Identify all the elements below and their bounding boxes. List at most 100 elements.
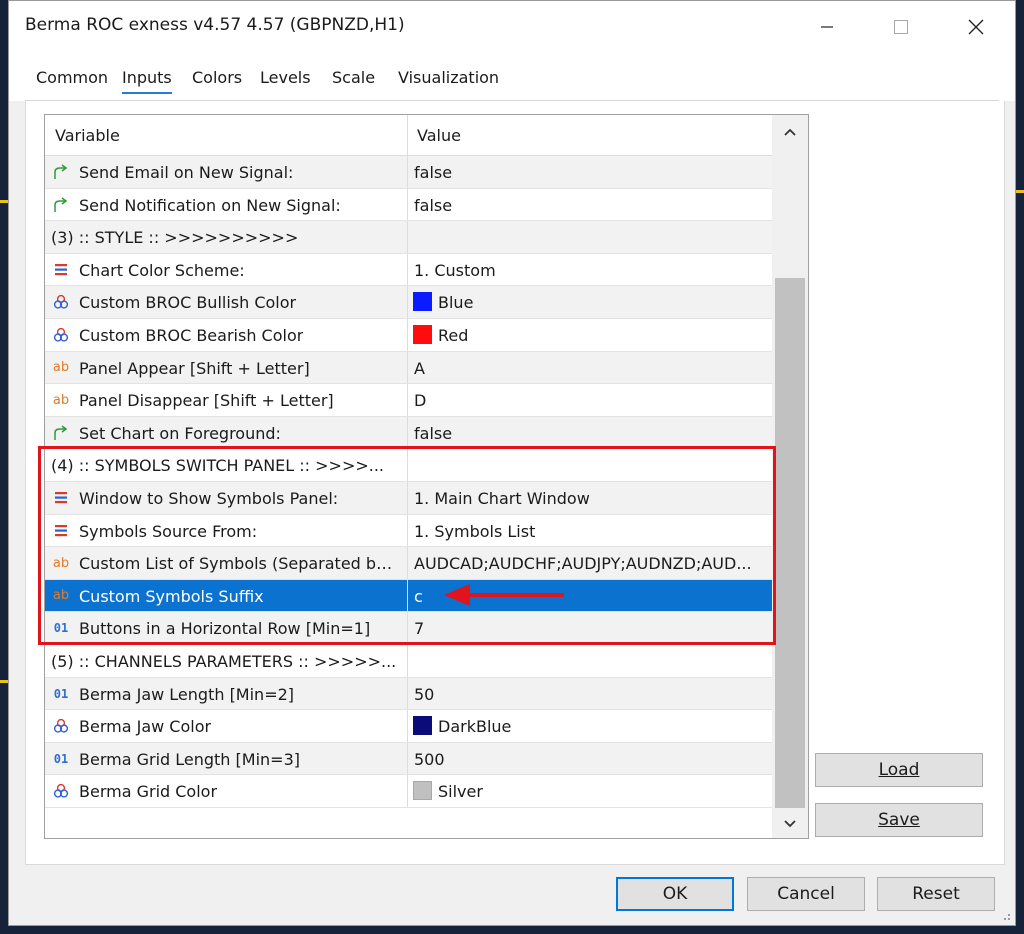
- tab-visualization[interactable]: Visualization: [398, 68, 499, 87]
- int-icon: 01: [53, 686, 69, 701]
- variable-name: Berma Grid Color: [79, 782, 218, 802]
- chart-background-line: [1016, 190, 1024, 193]
- tab-scale[interactable]: Scale: [332, 68, 375, 87]
- close-button[interactable]: [951, 9, 1001, 45]
- variable-name: (3) :: STYLE :: >>>>>>>>>>: [51, 228, 299, 248]
- minimize-icon: [821, 26, 833, 28]
- grid-row[interactable]: 01 Berma Grid Length [Min=3] 500: [45, 742, 772, 776]
- scroll-down-button[interactable]: [772, 809, 808, 838]
- variable-value[interactable]: Blue: [438, 293, 473, 312]
- arrow-icon: [52, 196, 70, 214]
- ok-button[interactable]: OK: [616, 877, 734, 911]
- variable-name: Chart Color Scheme:: [79, 260, 245, 280]
- color-swatch: [413, 292, 432, 312]
- column-header-variable[interactable]: Variable: [55, 126, 120, 145]
- variable-name: Panel Appear [Shift + Letter]: [79, 358, 310, 378]
- variable-value[interactable]: A: [414, 359, 425, 378]
- vertical-scrollbar[interactable]: [772, 115, 808, 838]
- grid-row[interactable]: (5) :: CHANNELS PARAMETERS :: >>>>>...: [45, 644, 772, 678]
- variable-name: Send Email on New Signal:: [79, 163, 294, 182]
- variable-name: Custom BROC Bearish Color: [79, 325, 304, 345]
- variable-value[interactable]: D: [414, 391, 426, 410]
- tab-common[interactable]: Common: [36, 68, 108, 87]
- variable-name: Custom BROC Bullish Color: [79, 293, 297, 313]
- int-icon: 01: [53, 751, 69, 766]
- variable-name: Berma Grid Length [Min=3]: [79, 749, 300, 769]
- variable-value[interactable]: false: [414, 424, 452, 443]
- grid-row[interactable]: Berma Jaw Color DarkBlue: [45, 710, 772, 743]
- tab-strip: Common Inputs Colors Levels Scale Visual…: [9, 53, 1015, 101]
- arrow-icon: [52, 424, 70, 442]
- variable-value[interactable]: 50: [414, 685, 434, 704]
- column-separator: [407, 286, 408, 318]
- variable-value[interactable]: false: [414, 196, 452, 215]
- grid-row[interactable]: Custom BROC Bullish Color Blue: [45, 286, 772, 319]
- column-separator: [407, 221, 408, 253]
- maximize-icon: [894, 20, 908, 34]
- color-swatch: [413, 716, 432, 736]
- ok-button-label: OK: [662, 884, 688, 904]
- column-separator: [407, 416, 408, 449]
- variable-value[interactable]: 500: [414, 750, 445, 769]
- scrollbar-thumb[interactable]: [775, 278, 805, 808]
- column-header-value[interactable]: Value: [417, 126, 461, 145]
- color-icon: [52, 293, 70, 311]
- variable-value[interactable]: Red: [438, 326, 468, 345]
- variable-name: Berma Jaw Color: [79, 717, 212, 737]
- variable-name: Set Chart on Foreground:: [79, 423, 281, 443]
- enum-icon: [52, 261, 70, 279]
- variable-value[interactable]: false: [414, 163, 452, 182]
- load-button-label: Load: [878, 760, 920, 780]
- column-separator: [407, 775, 408, 807]
- grid-row[interactable]: Send Email on New Signal: false: [45, 156, 772, 189]
- maximize-button[interactable]: [876, 9, 926, 45]
- color-swatch: [413, 781, 432, 801]
- grid-header: Variable Value: [45, 115, 772, 156]
- window-title: Berma ROC exness v4.57 4.57 (GBPNZD,H1): [25, 15, 405, 35]
- annotation-red-arrow: [444, 584, 564, 606]
- grid-row[interactable]: Custom BROC Bearish Color Red: [45, 318, 772, 352]
- save-button[interactable]: Save: [815, 803, 983, 837]
- annotation-highlight-box: [38, 446, 776, 645]
- grid-row[interactable]: ab Panel Appear [Shift + Letter] A: [45, 351, 772, 385]
- grid-row[interactable]: Set Chart on Foreground: false: [45, 416, 772, 450]
- cancel-button[interactable]: Cancel: [747, 877, 865, 911]
- grid-row[interactable]: Berma Grid Color Silver: [45, 775, 772, 808]
- column-separator: [407, 384, 408, 416]
- color-swatch: [413, 324, 432, 344]
- grid-row[interactable]: Send Notification on New Signal: false: [45, 188, 772, 222]
- variable-value[interactable]: Silver: [438, 782, 483, 801]
- variable-value[interactable]: 1. Custom: [414, 261, 496, 280]
- arrow-icon: [52, 163, 70, 181]
- load-button[interactable]: Load: [815, 753, 983, 787]
- grid-row[interactable]: ab Panel Disappear [Shift + Letter] D: [45, 384, 772, 417]
- reset-button-label: Reset: [912, 884, 960, 904]
- variable-name: Panel Disappear [Shift + Letter]: [79, 391, 334, 411]
- chart-background-line: [0, 680, 8, 683]
- variable-name: (5) :: CHANNELS PARAMETERS :: >>>>>...: [51, 651, 397, 671]
- grid-row[interactable]: (3) :: STYLE :: >>>>>>>>>>: [45, 221, 772, 254]
- column-separator: [407, 644, 408, 677]
- minimize-button[interactable]: [802, 9, 852, 45]
- variable-value[interactable]: DarkBlue: [438, 717, 511, 736]
- column-separator: [407, 188, 408, 221]
- cancel-button-label: Cancel: [777, 884, 835, 904]
- resize-grip-icon[interactable]: [1000, 910, 1012, 922]
- color-icon: [52, 782, 70, 800]
- tab-levels[interactable]: Levels: [260, 68, 311, 87]
- tab-inputs[interactable]: Inputs: [122, 68, 172, 94]
- column-separator: [407, 710, 408, 742]
- column-separator[interactable]: [407, 115, 408, 156]
- reset-button[interactable]: Reset: [877, 877, 995, 911]
- grid-row[interactable]: 01 Berma Jaw Length [Min=2] 50: [45, 677, 772, 711]
- column-separator: [407, 742, 408, 775]
- column-separator: [407, 253, 408, 286]
- chevron-up-icon: [784, 128, 796, 136]
- variable-name: Send Notification on New Signal:: [79, 195, 341, 215]
- grid-row[interactable]: Chart Color Scheme: 1. Custom: [45, 253, 772, 287]
- save-button-label: Save: [878, 810, 920, 830]
- tab-colors[interactable]: Colors: [192, 68, 242, 87]
- scroll-up-button[interactable]: [772, 117, 808, 147]
- variable-name: Berma Jaw Length [Min=2]: [79, 684, 295, 704]
- string-icon: ab: [52, 392, 70, 408]
